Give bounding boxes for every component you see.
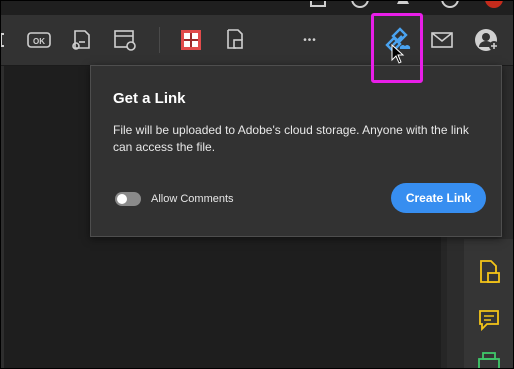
annotation-highlight-box [371,13,423,83]
get-a-link-popup: Get a Link File will be uploaded to Adob… [90,65,502,237]
redact-icon[interactable] [179,15,203,65]
print-icon[interactable] [477,351,501,368]
more-icon[interactable]: ••• [295,15,325,65]
resize-icon[interactable] [1,15,9,65]
crop-icon[interactable] [223,15,247,65]
file-note-icon[interactable] [477,259,501,283]
allow-comments-label: Allow Comments [151,193,234,205]
account-icon[interactable] [441,1,459,14]
help-icon[interactable] [351,1,369,14]
title-bar [1,1,513,15]
settings-window-icon[interactable] [111,15,139,65]
toolbar: OK ••• [1,15,513,66]
email-icon[interactable] [429,15,455,65]
left-edge [1,66,4,368]
create-link-button[interactable]: Create Link [391,183,486,213]
allow-comments-toggle[interactable] [115,192,141,206]
ok-stamp-icon[interactable]: OK [27,15,51,65]
toolbar-separator [159,27,160,53]
chat-icon[interactable] [307,1,329,15]
file-share-icon[interactable] [68,15,96,65]
popup-description: File will be uploaded to Adobe's cloud s… [113,123,469,154]
add-user-icon[interactable] [473,15,501,65]
toggle-knob [117,194,127,204]
comment-icon[interactable] [477,308,501,332]
popup-title: Get a Link [113,90,186,107]
close-icon[interactable] [485,1,503,14]
app-window: OK ••• Get a Link File will be uploaded … [0,0,514,369]
ok-stamp-label: OK [33,37,45,46]
